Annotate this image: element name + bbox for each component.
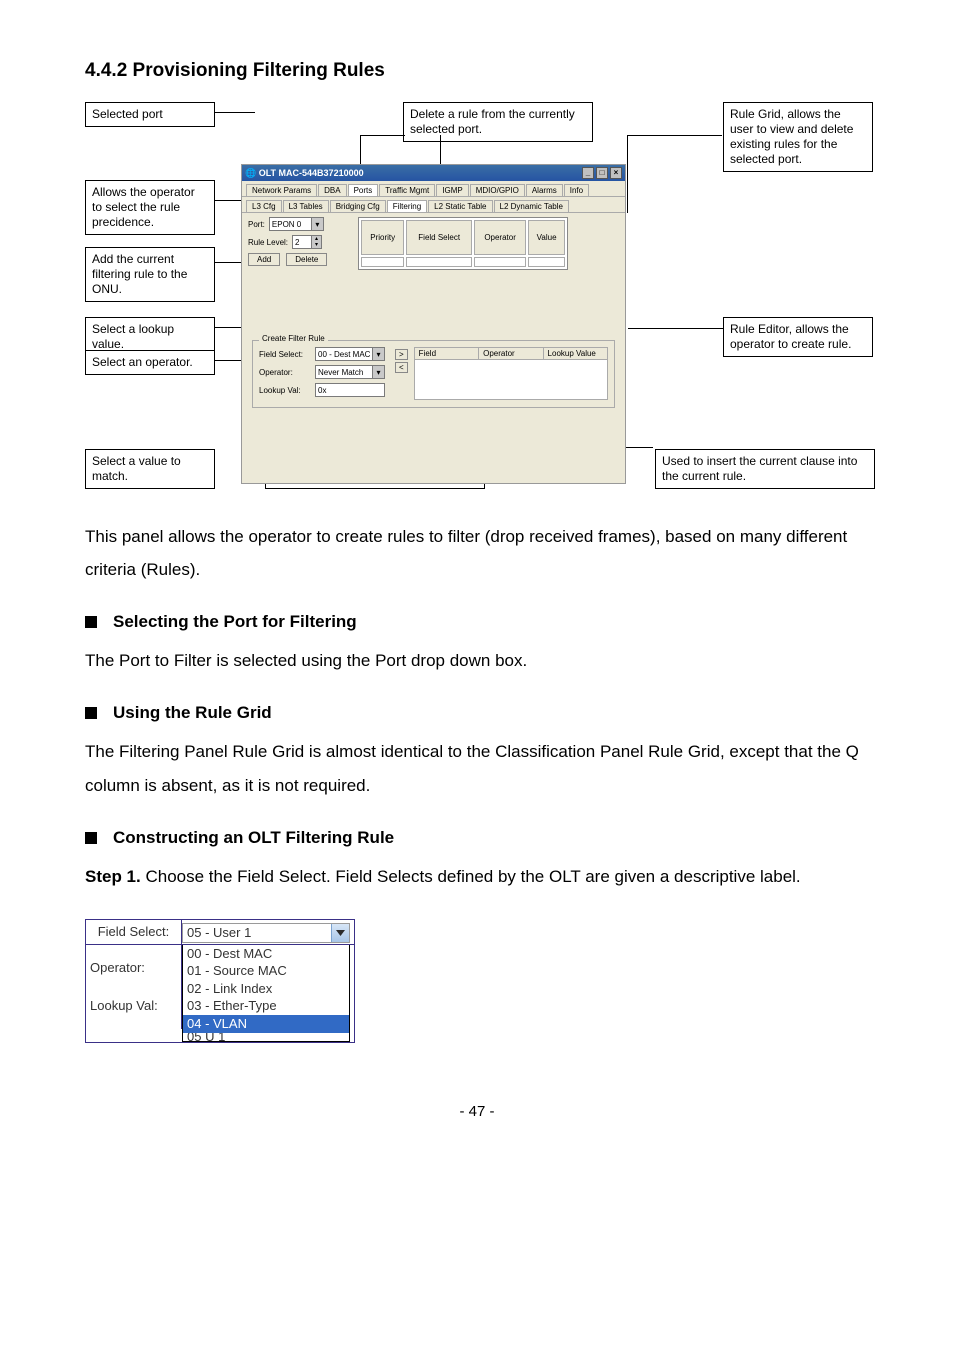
delete-clause-button[interactable]: < bbox=[395, 362, 408, 373]
chevron-down-icon[interactable] bbox=[331, 924, 349, 942]
callout-add-current: Add the current filtering rule to the ON… bbox=[85, 247, 215, 302]
field-select-label: Field Select: bbox=[259, 350, 311, 359]
col-operator: Operator bbox=[474, 220, 526, 255]
callout-select-operator: Select an operator. bbox=[85, 350, 215, 375]
callout-operator-precedence: Allows the operator to select the rule p… bbox=[85, 180, 215, 235]
dd-field-select-label: Field Select: bbox=[98, 924, 170, 939]
tab-mdio-gpio[interactable]: MDIO/GPIO bbox=[470, 184, 525, 196]
delete-button[interactable]: Delete bbox=[286, 253, 327, 266]
clause-list-body[interactable] bbox=[414, 360, 608, 400]
insert-clause-button[interactable]: > bbox=[395, 349, 408, 360]
rule-level-spinner[interactable]: 2 ▴▾ bbox=[292, 235, 322, 249]
subtab-l3tables[interactable]: L3 Tables bbox=[283, 200, 329, 212]
callout-delete-rule: Delete a rule from the currently selecte… bbox=[403, 102, 593, 142]
col-value: Value bbox=[528, 220, 565, 255]
sec3-step1: Step 1. Choose the Field Select. Field S… bbox=[85, 860, 869, 893]
subtab-bridging[interactable]: Bridging Cfg bbox=[330, 200, 386, 212]
subtab-l2dynamic[interactable]: L2 Dynamic Table bbox=[494, 200, 569, 212]
dd-operator-label: Operator: bbox=[90, 960, 177, 975]
list-col-operator: Operator bbox=[479, 348, 543, 359]
minimize-icon[interactable]: _ bbox=[582, 167, 594, 179]
page-number: - 47 - bbox=[85, 1103, 869, 1120]
dd-options-list[interactable]: 00 - Dest MAC 01 - Source MAC 02 - Link … bbox=[182, 945, 350, 1042]
rule-grid[interactable]: Priority Field Select Operator Value bbox=[358, 217, 568, 270]
tab-dba[interactable]: DBA bbox=[318, 184, 346, 196]
callout-rule-grid: Rule Grid, allows the user to view and d… bbox=[723, 102, 873, 172]
add-button[interactable]: Add bbox=[248, 253, 280, 266]
rule-level-label: Rule Level: bbox=[248, 238, 288, 247]
app-window: 🌐 OLT MAC-544B37210000 _ □ × Network Par… bbox=[241, 164, 626, 484]
square-bullet-icon bbox=[85, 832, 97, 844]
tab-network-params[interactable]: Network Params bbox=[246, 184, 317, 196]
sec2-body: The Filtering Panel Rule Grid is almost … bbox=[85, 735, 869, 801]
tab-alarms[interactable]: Alarms bbox=[526, 184, 563, 196]
lookup-val-label: Lookup Val: bbox=[259, 386, 311, 395]
col-priority: Priority bbox=[361, 220, 404, 255]
field-select-dropdown-screenshot: Field Select: 05 - User 1 Operator: Look… bbox=[85, 919, 355, 1043]
dd-option[interactable]: 01 - Source MAC bbox=[183, 962, 349, 980]
tab-igmp[interactable]: IGMP bbox=[436, 184, 468, 196]
annotated-diagram: Selected port Allows the operator to sel… bbox=[85, 102, 875, 502]
list-col-field: Field bbox=[415, 348, 479, 359]
dd-field-select[interactable]: 05 - User 1 bbox=[182, 923, 350, 943]
step-label: Step 1. bbox=[85, 867, 141, 886]
square-bullet-icon bbox=[85, 707, 97, 719]
callout-select-value: Select a value to match. bbox=[85, 449, 215, 489]
intro-paragraph: This panel allows the operator to create… bbox=[85, 520, 869, 586]
operator-label: Operator: bbox=[259, 368, 311, 377]
square-bullet-icon bbox=[85, 616, 97, 628]
dd-lookup-label: Lookup Val: bbox=[90, 998, 177, 1013]
sec1-body: The Port to Filter is selected using the… bbox=[85, 644, 869, 677]
tabs-top: Network Params DBA Ports Traffic Mgmt IG… bbox=[242, 181, 625, 197]
maximize-icon[interactable]: □ bbox=[596, 167, 608, 179]
create-filter-rule-group: Create Filter Rule Field Select: 00 - De… bbox=[252, 340, 615, 408]
subheading-rule-grid: Using the Rule Grid bbox=[85, 703, 869, 723]
dd-option-selected[interactable]: 04 - VLAN bbox=[183, 1015, 349, 1033]
dd-option[interactable]: 03 - Ether-Type bbox=[183, 997, 349, 1015]
chevron-down-icon: ▾ bbox=[311, 218, 323, 230]
subheading-constructing-rule: Constructing an OLT Filtering Rule bbox=[85, 828, 869, 848]
window-title: 🌐 OLT MAC-544B37210000 bbox=[245, 168, 364, 179]
subheading-selecting-port: Selecting the Port for Filtering bbox=[85, 612, 869, 632]
callout-used-insert-clause: Used to insert the current clause into t… bbox=[655, 449, 875, 489]
lookup-val-input[interactable]: 0x bbox=[315, 383, 385, 397]
field-select-dropdown[interactable]: 00 - Dest MAC ▾ bbox=[315, 347, 385, 361]
subtab-l2static[interactable]: L2 Static Table bbox=[428, 200, 492, 212]
tabs-sub: L3 Cfg L3 Tables Bridging Cfg Filtering … bbox=[242, 197, 625, 213]
chevron-down-icon: ▾ bbox=[372, 366, 384, 378]
create-filter-rule-legend: Create Filter Rule bbox=[259, 334, 328, 343]
subtab-l3cfg[interactable]: L3 Cfg bbox=[246, 200, 282, 212]
dd-option-partial[interactable]: 05 U 1 bbox=[183, 1033, 349, 1041]
subtab-filtering[interactable]: Filtering bbox=[387, 200, 427, 212]
callout-selected-port: Selected port bbox=[85, 102, 215, 127]
tab-traffic-mgmt[interactable]: Traffic Mgmt bbox=[379, 184, 435, 196]
chevron-down-icon: ▾ bbox=[372, 348, 384, 360]
close-icon[interactable]: × bbox=[610, 167, 622, 179]
window-titlebar: 🌐 OLT MAC-544B37210000 _ □ × bbox=[242, 165, 625, 181]
list-col-lookup: Lookup Value bbox=[544, 348, 607, 359]
dd-option[interactable]: 00 - Dest MAC bbox=[183, 945, 349, 963]
operator-dropdown[interactable]: Never Match ▾ bbox=[315, 365, 385, 379]
clause-list-header: Field Operator Lookup Value bbox=[414, 347, 608, 360]
tab-ports[interactable]: Ports bbox=[348, 184, 379, 196]
callout-rule-editor: Rule Editor, allows the operator to crea… bbox=[723, 317, 873, 357]
port-select[interactable]: EPON 0 ▾ bbox=[269, 217, 324, 231]
dd-option[interactable]: 02 - Link Index bbox=[183, 980, 349, 998]
col-field-select: Field Select bbox=[406, 220, 472, 255]
window-controls[interactable]: _ □ × bbox=[582, 167, 622, 179]
port-label: Port: bbox=[248, 220, 265, 229]
section-heading: 4.4.2 Provisioning Filtering Rules bbox=[85, 60, 869, 82]
tab-info[interactable]: Info bbox=[564, 184, 589, 196]
